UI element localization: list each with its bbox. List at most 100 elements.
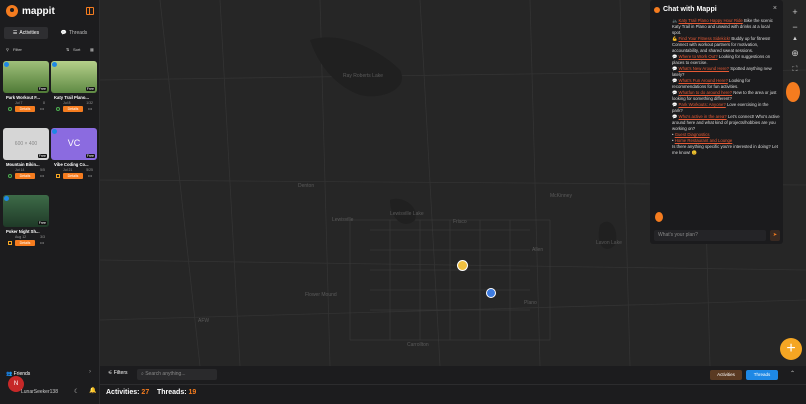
details-button[interactable]: Details (15, 240, 35, 246)
chat-item: 💬 Whatfun to do around here? New to the … (672, 90, 777, 101)
locate-icon[interactable]: ⊕ (788, 46, 802, 60)
activities-layer-button[interactable]: Activities (710, 370, 742, 380)
close-icon[interactable]: × (773, 5, 777, 12)
details-button[interactable]: Details (63, 106, 83, 112)
filters-label: Filters (113, 370, 128, 376)
activity-card[interactable]: Free Poker Night Sh... Aug 12 3/3 Details… (3, 195, 49, 258)
more-icon[interactable]: ••• (40, 106, 44, 111)
chat-link[interactable]: Park Workouts: Anyone? (679, 102, 726, 107)
card-meta: Jul 21 5/25 (63, 168, 93, 172)
bell-icon[interactable]: 🔔 (89, 387, 96, 394)
card-thumbnail: 600 × 400 Free (3, 128, 49, 160)
compass-icon[interactable]: ▲ (788, 32, 802, 46)
map-label: McKinney (550, 193, 572, 199)
username[interactable]: LunarSeeker138 (21, 389, 58, 395)
price-badge: Free (37, 221, 47, 225)
sort-button[interactable]: Sort (73, 47, 80, 52)
chat-link[interactable]: Whatfun to do around here? (679, 90, 733, 95)
activity-card[interactable]: 600 × 400 Free Mountain Bikin... Jul 14 5… (3, 128, 49, 191)
activity-card[interactable]: Free Katy Trail Plano... Jul 8 1/32 Detai… (51, 61, 97, 124)
card-count: 8 (43, 101, 45, 105)
mascot-icon[interactable] (786, 82, 800, 102)
chat-link[interactable]: Guest Diagnostics (675, 132, 710, 137)
collapse-sidebar-icon[interactable] (86, 7, 94, 15)
search-input[interactable]: ⌕ Search anything... (137, 369, 217, 380)
chat-item: 💪 Find Your Fitness Sidekick! Buddy up f… (672, 36, 771, 53)
mascot-avatar (655, 212, 663, 222)
chat-link[interactable]: Where to Work Out? (679, 54, 718, 59)
map-label: Allen (532, 247, 544, 253)
more-icon[interactable]: ••• (40, 240, 44, 245)
chevron-right-icon[interactable]: › (89, 369, 91, 375)
chat-item: 💬 Park Workouts: Anyone? Love exercising… (672, 102, 769, 113)
filter-button[interactable]: Filter (13, 47, 22, 52)
map-label: AFW (198, 318, 210, 324)
card-count: 3/3 (40, 235, 45, 239)
logo-icon (6, 5, 18, 17)
send-icon[interactable]: ➤ (770, 230, 780, 241)
app-name: mappit (22, 5, 55, 17)
chat-closing: Is there anything specific you're intere… (672, 144, 778, 155)
chat-message: 🚲 Katy Trail Plano Happy Hour Ride Bike … (672, 18, 780, 156)
map-label: Carrollton (407, 342, 429, 348)
status-bar: Activities: 27 Threads: 19 (100, 384, 806, 404)
tab-label: Threads (68, 30, 88, 36)
activity-card[interactable]: VC Free Vibe Coding Co... Jul 21 5/25 Det… (51, 128, 97, 191)
logo[interactable]: mappit (6, 5, 55, 17)
tab-threads[interactable]: 💬 Threads (52, 27, 96, 39)
card-count: 5/25 (86, 168, 93, 172)
card-meta: Jul 7 8 (15, 101, 45, 105)
new-badge (4, 62, 9, 67)
map-label: Plano (524, 300, 537, 306)
threads-count: Threads: 19 (157, 389, 196, 396)
chat-item: 🚲 Katy Trail Plano Happy Hour Ride Bike … (672, 18, 773, 35)
more-icon[interactable]: ••• (40, 173, 44, 178)
chat-link[interactable]: Katy Trail Plano Happy Hour Ride (679, 18, 743, 23)
chat-link[interactable]: What's Fun Around Here? (679, 78, 728, 83)
price-badge: Free (37, 154, 47, 158)
moon-icon[interactable]: ☾ (74, 388, 79, 395)
zoom-in-icon[interactable]: + (788, 5, 802, 19)
grid-view-icon[interactable]: ▦ (90, 47, 94, 52)
chat-item: 💬 Where to Work Out? Looking for suggest… (672, 54, 771, 65)
monitor-icon (56, 174, 60, 178)
more-icon[interactable]: ••• (88, 106, 92, 111)
chat-link[interactable]: Home Restaurant and Lounge (675, 138, 733, 143)
new-badge (4, 196, 9, 201)
chat-input[interactable]: What's your plan? (654, 230, 766, 241)
chat-link[interactable]: Find Your Fitness Sidekick! (679, 36, 731, 41)
card-date: Aug 12 (15, 235, 27, 239)
threads-number: 19 (188, 389, 197, 396)
search-placeholder: Search anything... (145, 371, 186, 377)
sort-icon: ⇅ (66, 47, 70, 52)
check-icon (56, 107, 60, 111)
card-title: Katy Trail Plano... (54, 95, 89, 100)
fullscreen-icon[interactable]: ⛶ (788, 63, 802, 77)
threads-layer-button[interactable]: Threads (746, 370, 778, 380)
map-pin-cluster[interactable] (486, 288, 496, 298)
check-icon (8, 107, 12, 111)
chat-link[interactable]: Who's active in the area? (679, 114, 727, 119)
map-pin[interactable] (457, 260, 468, 271)
details-button[interactable]: Details (63, 173, 83, 179)
chat-logo-icon (654, 6, 660, 13)
card-count: 5/5 (40, 168, 45, 172)
chat-link[interactable]: What's New Around Here? (679, 66, 730, 71)
map-label: Flower Mound (305, 292, 337, 298)
activity-card[interactable]: Free Park Workout F... Jul 7 8 Details ••… (3, 61, 49, 124)
add-button[interactable]: + (780, 338, 802, 360)
chat-panel: Chat with Mappi × 🚲 Katy Trail Plano Hap… (650, 0, 783, 244)
more-icon[interactable]: ••• (88, 173, 92, 178)
details-button[interactable]: Details (15, 173, 35, 179)
chevron-up-icon[interactable]: ⌃ (790, 370, 795, 377)
chat-item: 💬 What's New Around Here? Spotted anythi… (672, 66, 772, 77)
filter-icon[interactable]: ⚲ (6, 47, 9, 52)
tab-label: Activities (19, 30, 40, 36)
map-label: Denton (298, 183, 315, 189)
map-label: Lavon Lake (596, 240, 622, 246)
filters-button[interactable]: ⚟ Filters (108, 370, 128, 376)
map-label: Lewisville Lake (390, 211, 424, 217)
details-button[interactable]: Details (15, 106, 35, 112)
tab-activities[interactable]: ☰ Activities (4, 27, 48, 39)
chat-item: 💬 What's Fun Around Here? Looking for re… (672, 78, 751, 89)
